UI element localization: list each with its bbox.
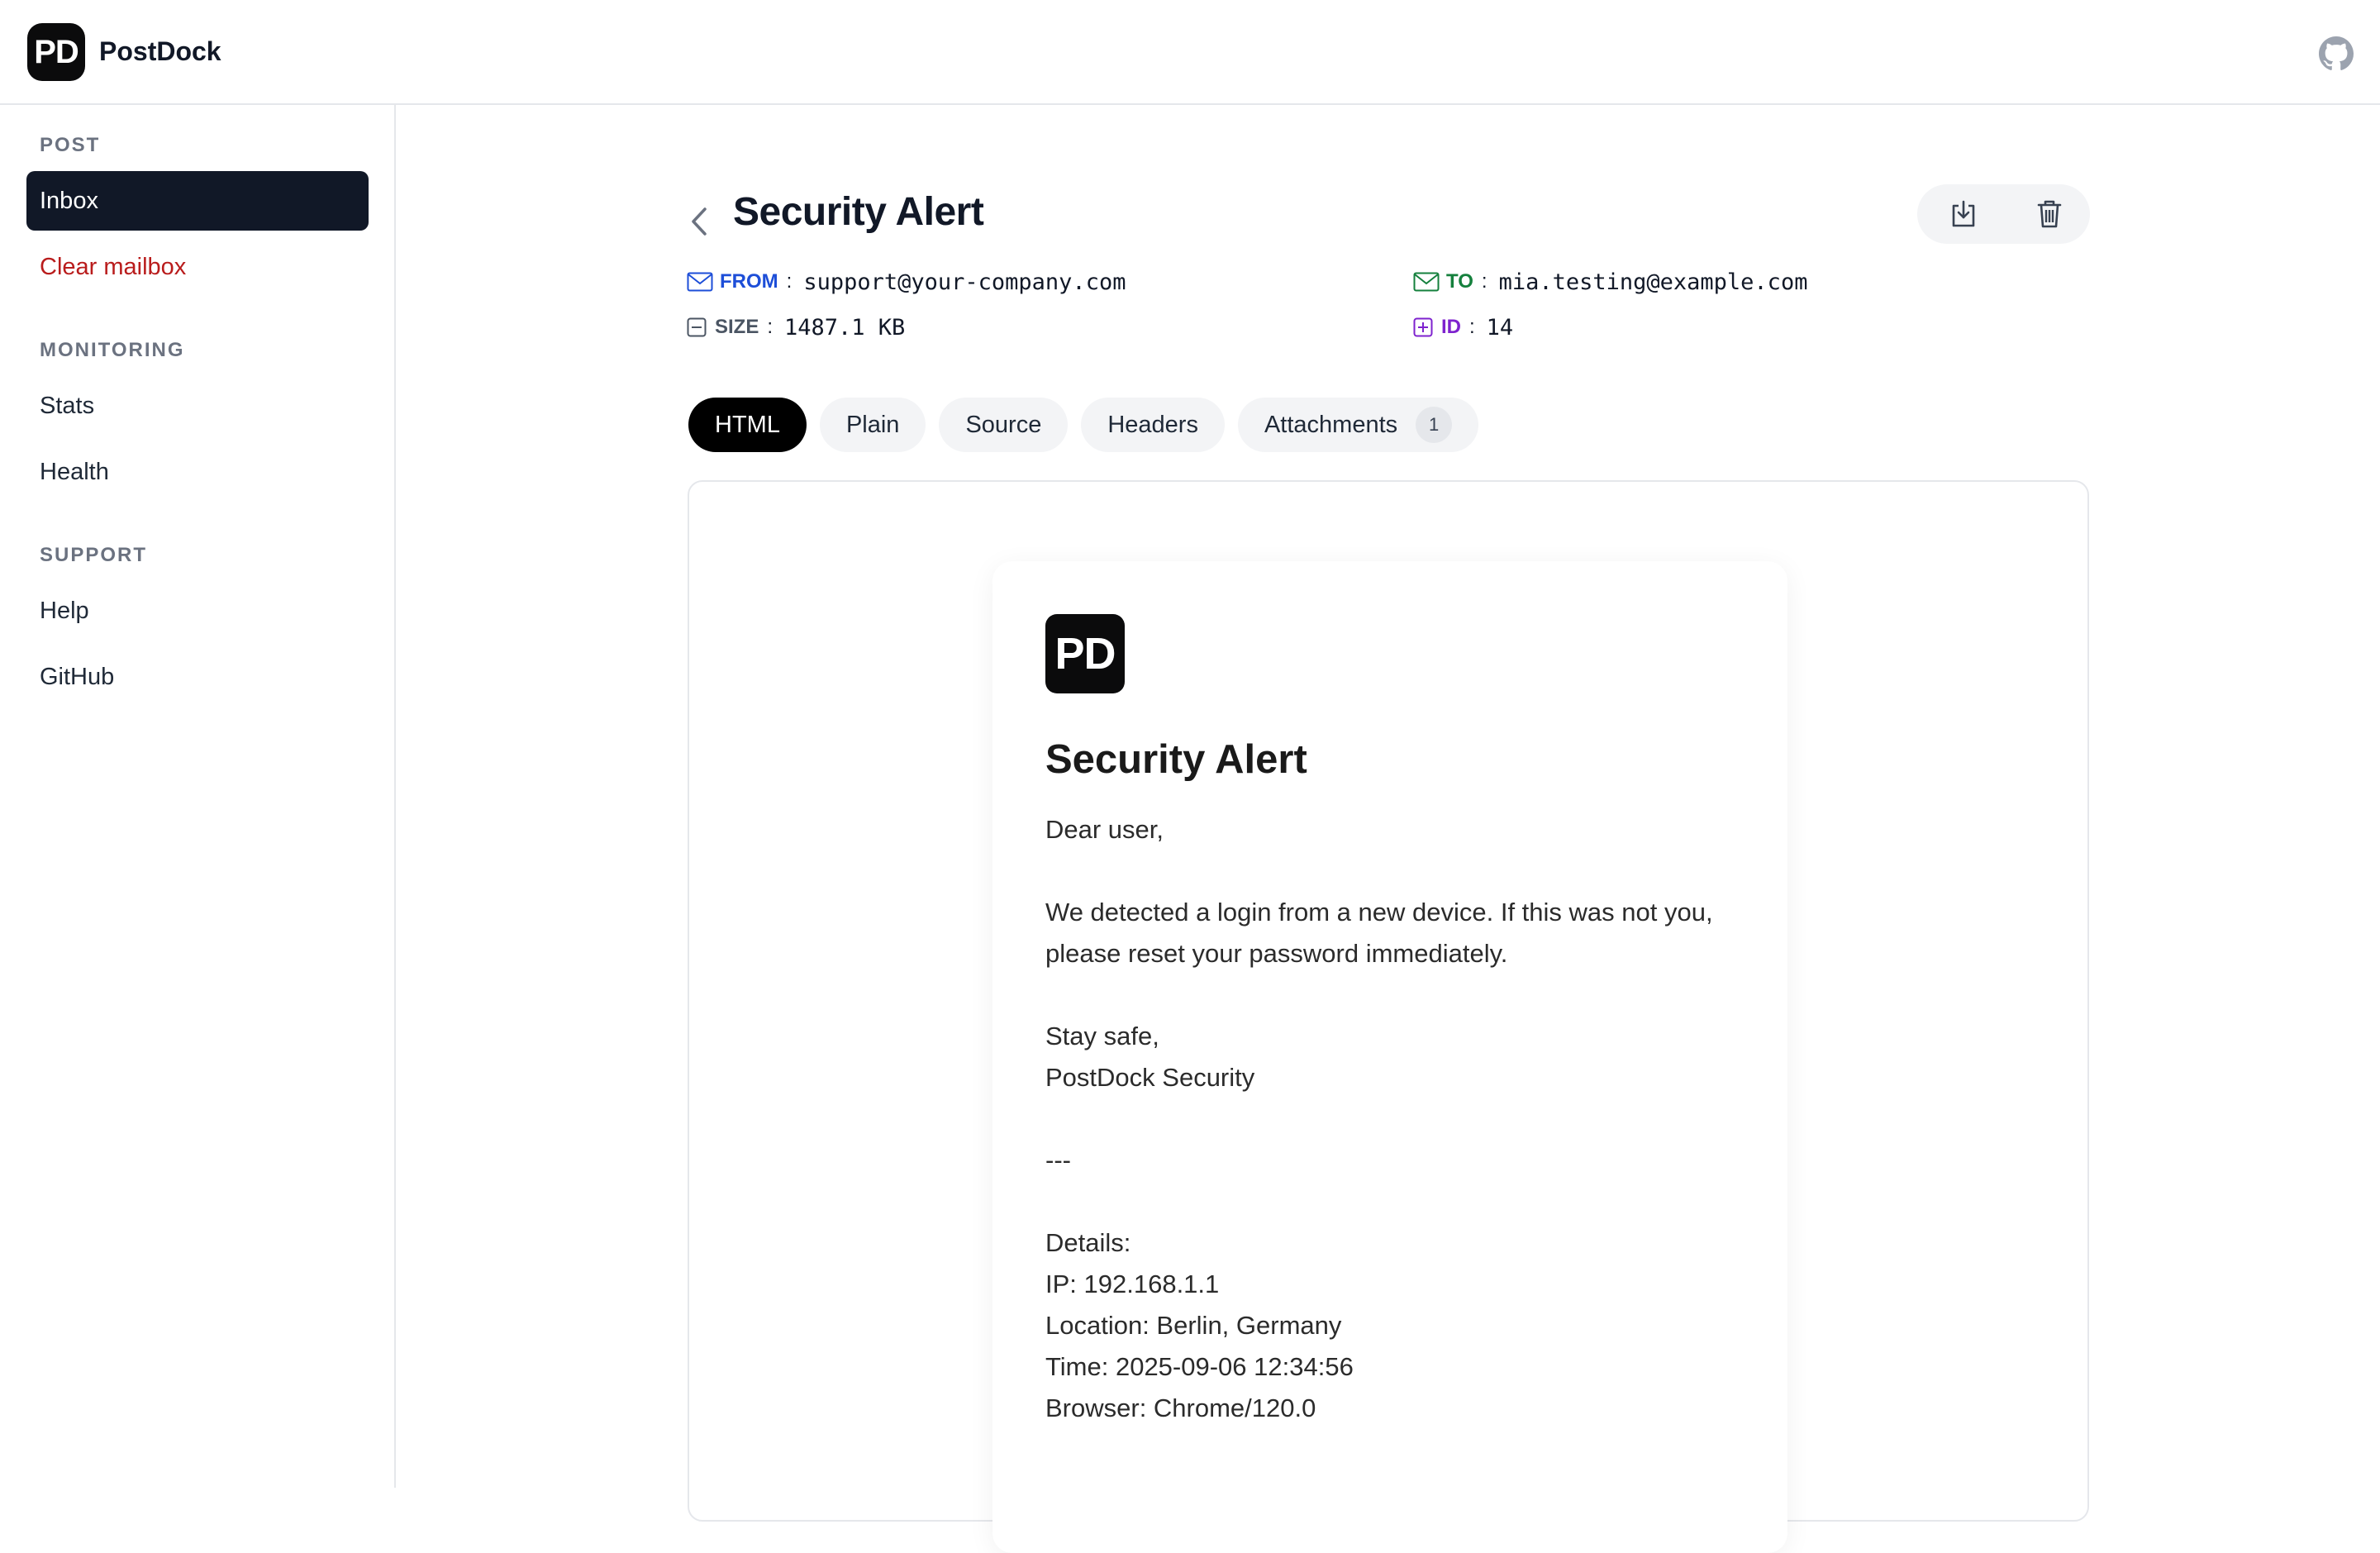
email-signoff-line-2: PostDock Security <box>1045 1063 1255 1092</box>
email-separator: --- <box>1045 1146 1071 1174</box>
id-value: 14 <box>1486 314 1514 341</box>
email-signoff: Stay safe, PostDock Security <box>1045 1016 1740 1098</box>
github-icon[interactable] <box>2319 36 2354 71</box>
app-name[interactable]: PostDock <box>99 36 221 67</box>
trash-icon <box>2037 200 2062 228</box>
tab-plain[interactable]: Plain <box>819 398 926 452</box>
mail-icon <box>1413 272 1440 292</box>
download-icon <box>1952 200 1975 227</box>
email-body: Dear user, We detected a login from a ne… <box>1045 809 1740 1470</box>
sidebar-section-support: SUPPORT <box>40 544 148 566</box>
email-signoff-line-1: Stay safe, <box>1045 1022 1159 1050</box>
from-value: support@your-company.com <box>803 269 1126 295</box>
tab-html[interactable]: HTML <box>688 398 807 452</box>
app-logo[interactable]: PD <box>27 23 85 81</box>
to-value: mia.testing@example.com <box>1498 269 1808 295</box>
email-card: PD Security Alert Dear user, We detected… <box>992 561 1787 1553</box>
email-details-heading: Details: <box>1045 1228 1131 1257</box>
message-view: Security Alert FROM : support@your-compa… <box>397 105 2380 1553</box>
sidebar-item-help[interactable]: Help <box>26 581 369 641</box>
email-detail-location: Location: Berlin, Germany <box>1045 1311 1342 1340</box>
email-detail-time: Time: 2025-09-06 12:34:56 <box>1045 1352 1354 1381</box>
id-label: ID <box>1441 316 1461 338</box>
email-preview-frame[interactable]: PD Security Alert Dear user, We detected… <box>688 480 2089 1553</box>
top-header: PD PostDock <box>0 0 2380 105</box>
tab-source[interactable]: Source <box>939 398 1069 452</box>
meta-id: ID : 14 <box>1413 311 1513 344</box>
sidebar: POST Inbox Clear mailbox MONITORING Stat… <box>0 105 396 1488</box>
tab-attachments[interactable]: Attachments 1 <box>1237 398 1479 452</box>
sidebar-item-stats[interactable]: Stats <box>26 376 369 436</box>
tab-attachments-label: Attachments <box>1264 411 1398 438</box>
email-detail-ip: IP: 192.168.1.1 <box>1045 1270 1220 1298</box>
meta-size: SIZE : 1487.1 KB <box>687 311 905 344</box>
plus-square-icon <box>1413 317 1435 337</box>
message-actions <box>1917 184 2090 244</box>
mail-icon <box>687 272 713 292</box>
tab-headers[interactable]: Headers <box>1081 398 1225 452</box>
chevron-left-icon[interactable] <box>687 202 712 241</box>
email-details: Details: IP: 192.168.1.1 Location: Berli… <box>1045 1222 1740 1429</box>
sidebar-item-github[interactable]: GitHub <box>26 647 369 707</box>
attachments-count-badge: 1 <box>1416 407 1453 443</box>
sidebar-section-post: POST <box>40 134 101 156</box>
sidebar-section-monitoring: MONITORING <box>40 339 185 361</box>
size-label: SIZE <box>715 316 759 338</box>
email-detail-browser: Browser: Chrome/120.0 <box>1045 1393 1316 1422</box>
message-title: Security Alert <box>733 190 984 234</box>
email-title: Security Alert <box>1045 737 1307 782</box>
email-paragraph: We detected a login from a new device. I… <box>1045 898 1713 968</box>
sidebar-item-health[interactable]: Health <box>26 442 369 502</box>
sidebar-item-clear-mailbox[interactable]: Clear mailbox <box>26 237 369 297</box>
size-value: 1487.1 KB <box>784 314 906 341</box>
minus-square-icon <box>687 317 708 337</box>
email-logo: PD <box>1045 614 1125 693</box>
download-button[interactable] <box>1945 196 1982 232</box>
sidebar-item-inbox[interactable]: Inbox <box>26 171 369 231</box>
meta-to: TO : mia.testing@example.com <box>1413 265 1807 298</box>
email-greeting: Dear user, <box>1045 815 1164 844</box>
view-tabs: HTML Plain Source Headers Attachments 1 <box>688 398 1479 452</box>
from-label: FROM <box>720 270 778 293</box>
delete-button[interactable] <box>2031 196 2068 232</box>
meta-from: FROM : support@your-company.com <box>687 265 1126 298</box>
to-label: TO <box>1446 270 1473 293</box>
